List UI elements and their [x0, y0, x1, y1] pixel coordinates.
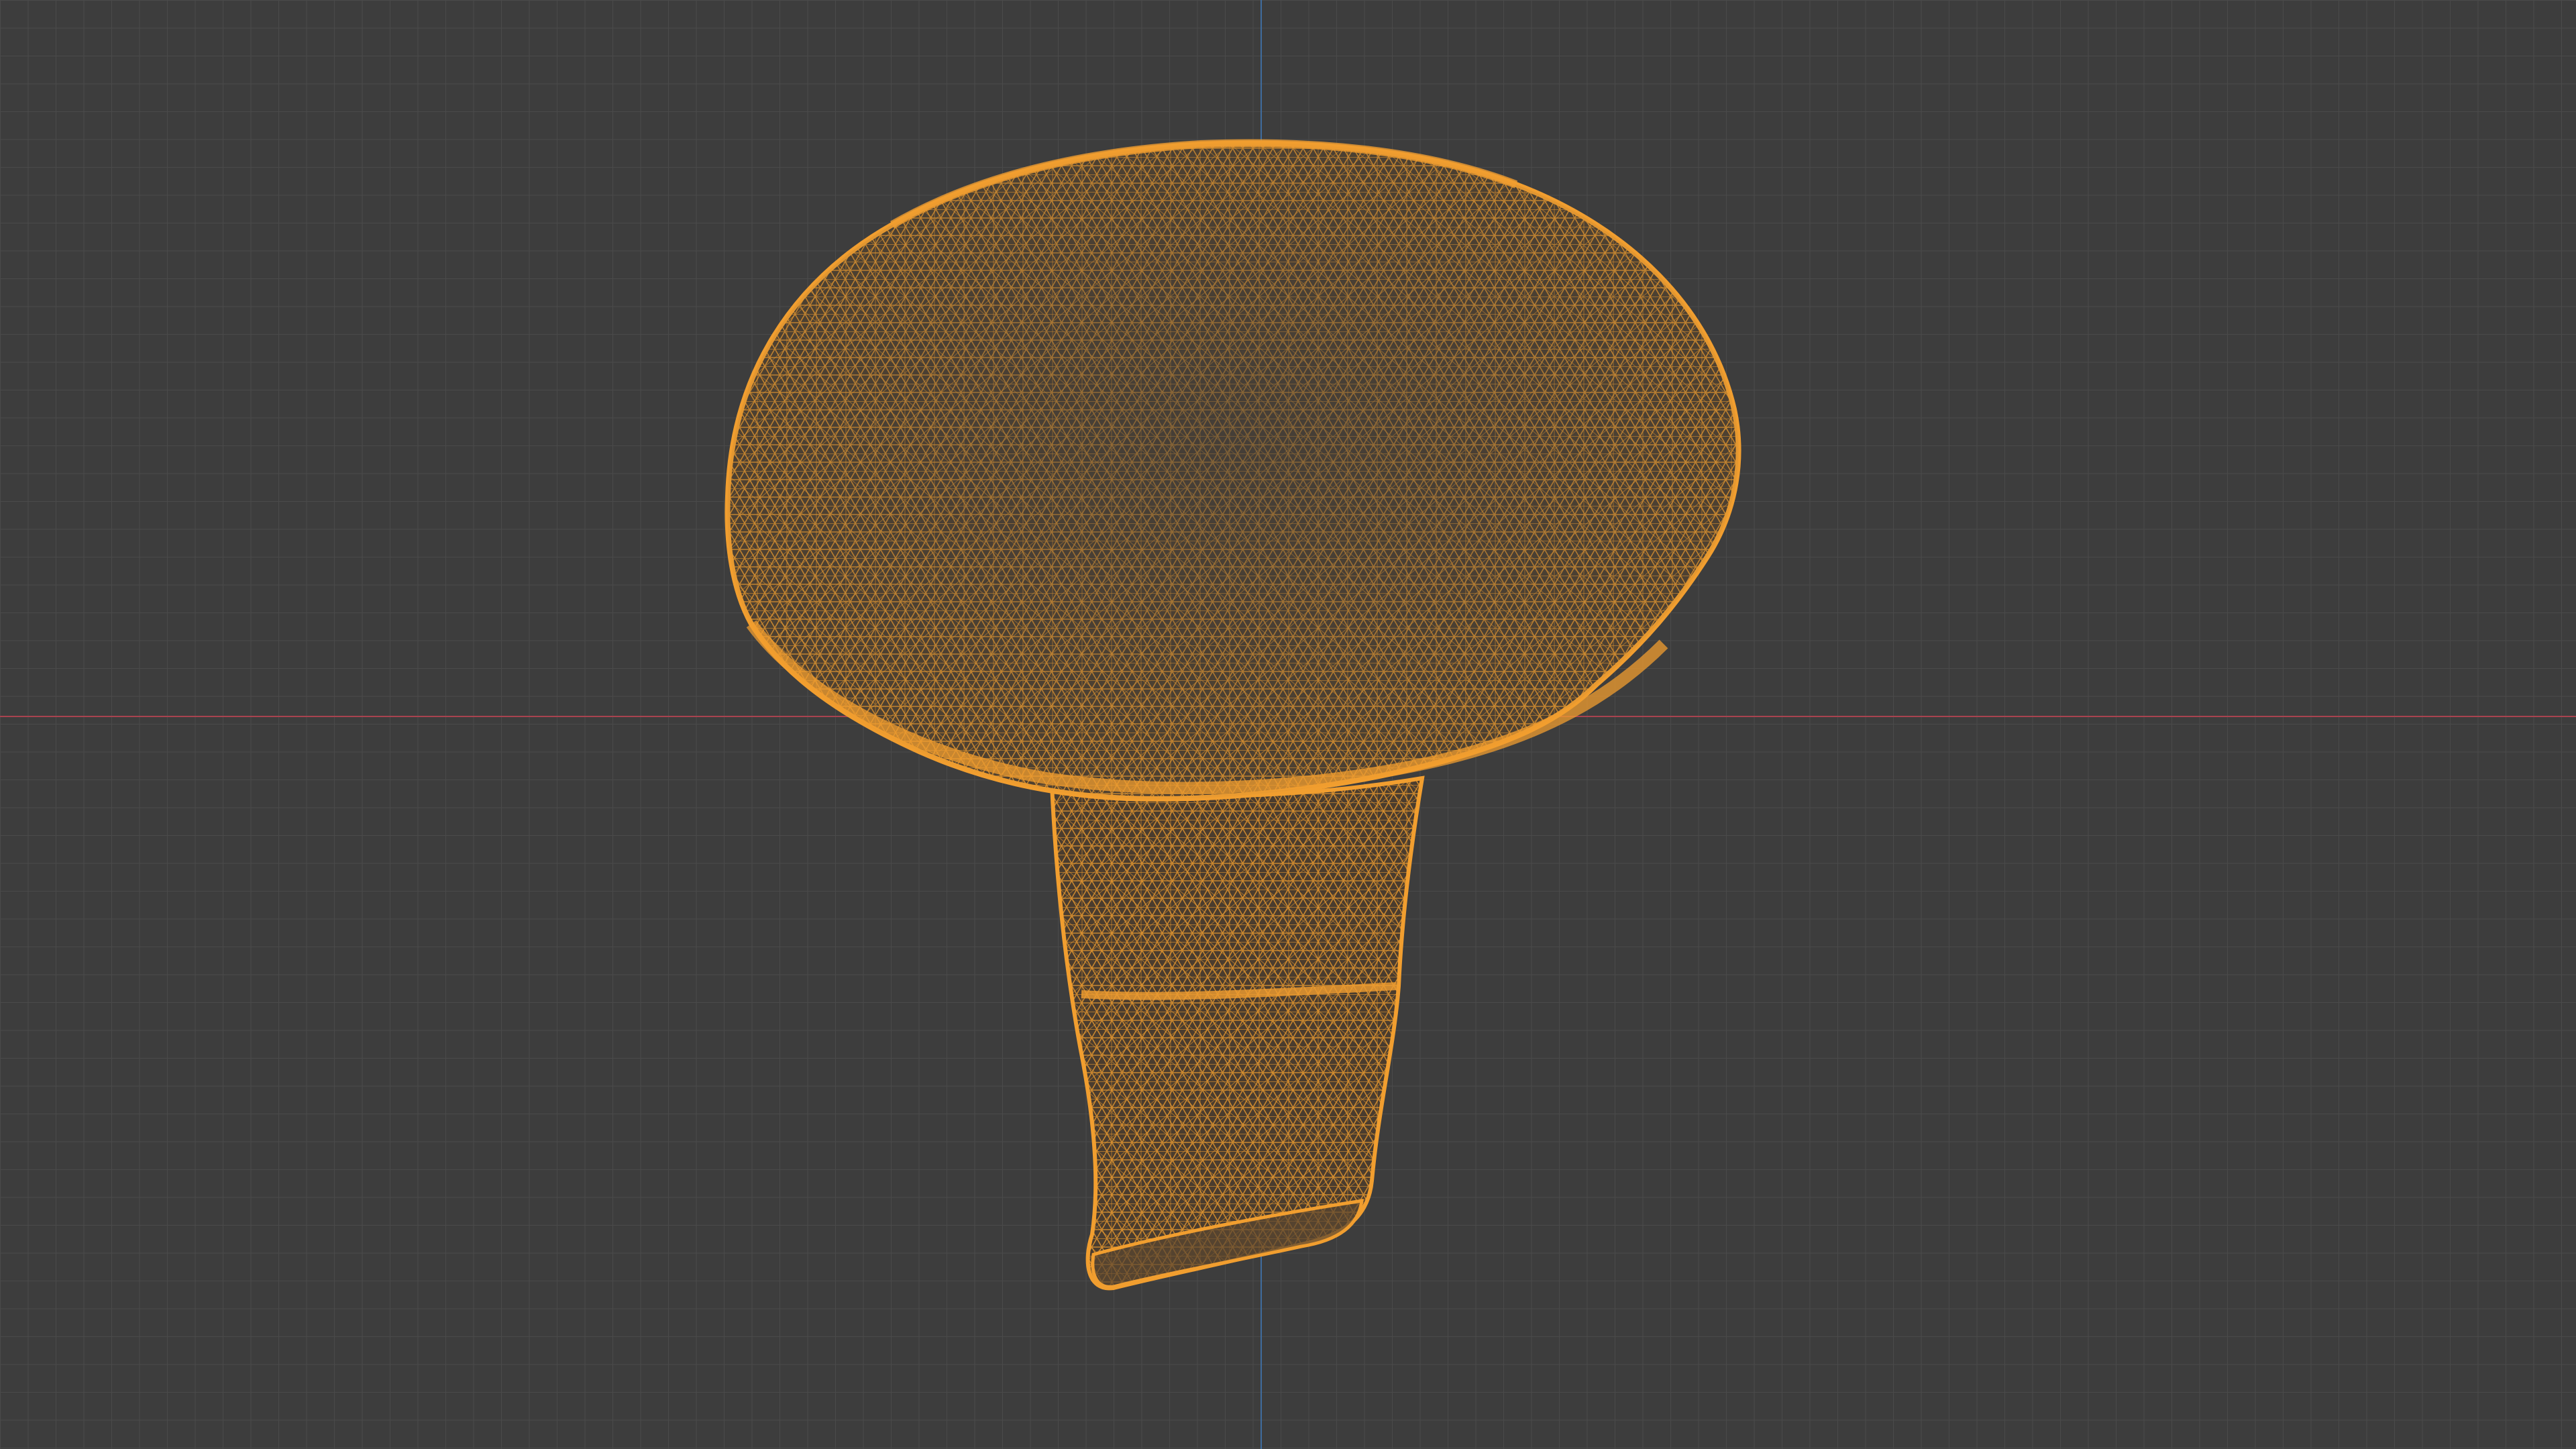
mushroom-object[interactable]	[0, 0, 2576, 1449]
mushroom-stem[interactable]	[1049, 775, 1425, 1291]
mushroom-cap[interactable]	[724, 139, 1741, 802]
3d-viewport[interactable]	[0, 0, 2576, 1449]
